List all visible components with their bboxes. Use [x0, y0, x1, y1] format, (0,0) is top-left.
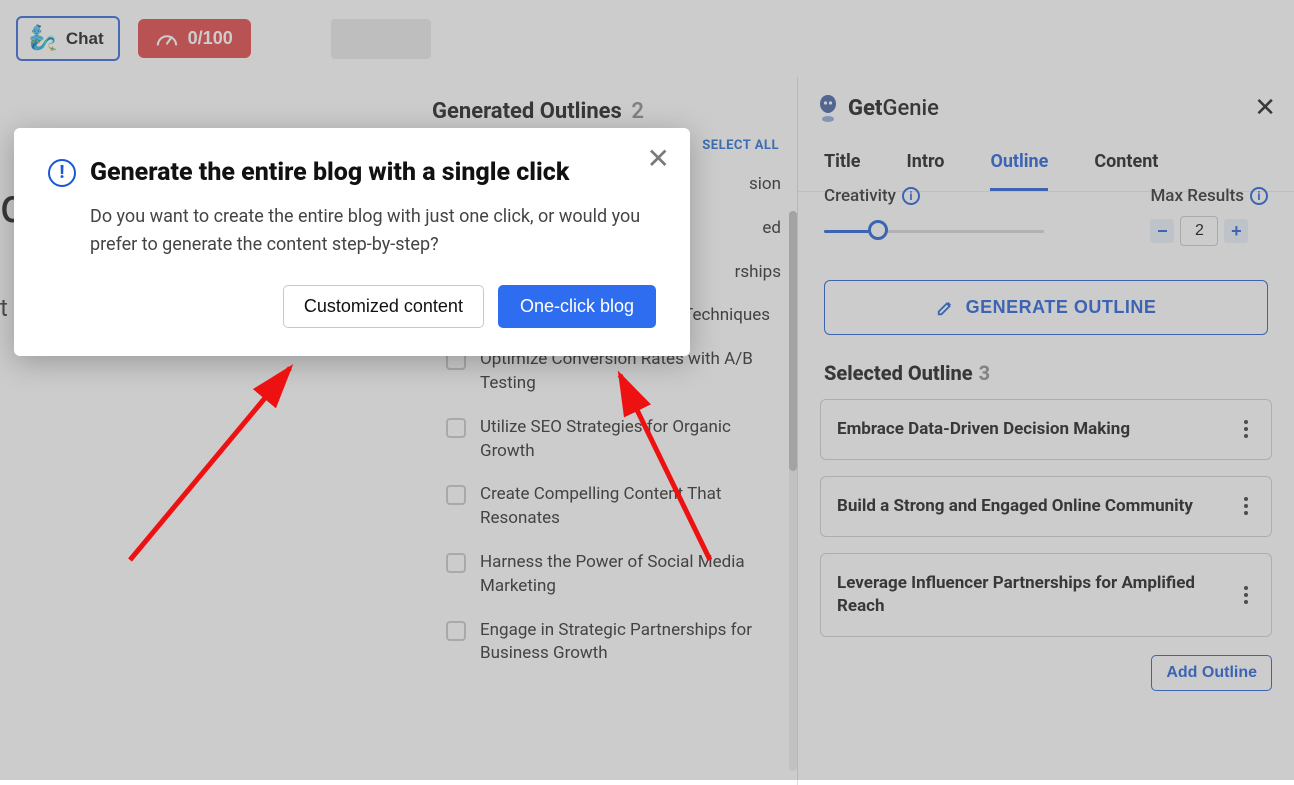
modal-body: Do you want to create the entire blog wi… — [90, 203, 656, 259]
one-click-blog-button[interactable]: One-click blog — [498, 285, 656, 328]
modal-close-button[interactable]: ✕ — [647, 142, 670, 175]
modal-backdrop[interactable] — [0, 0, 1294, 780]
one-click-modal: ✕ ! Generate the entire blog with a sing… — [14, 128, 690, 356]
alert-info-icon: ! — [48, 159, 76, 187]
customized-content-button[interactable]: Customized content — [283, 285, 484, 328]
modal-title: Generate the entire blog with a single c… — [90, 158, 569, 187]
